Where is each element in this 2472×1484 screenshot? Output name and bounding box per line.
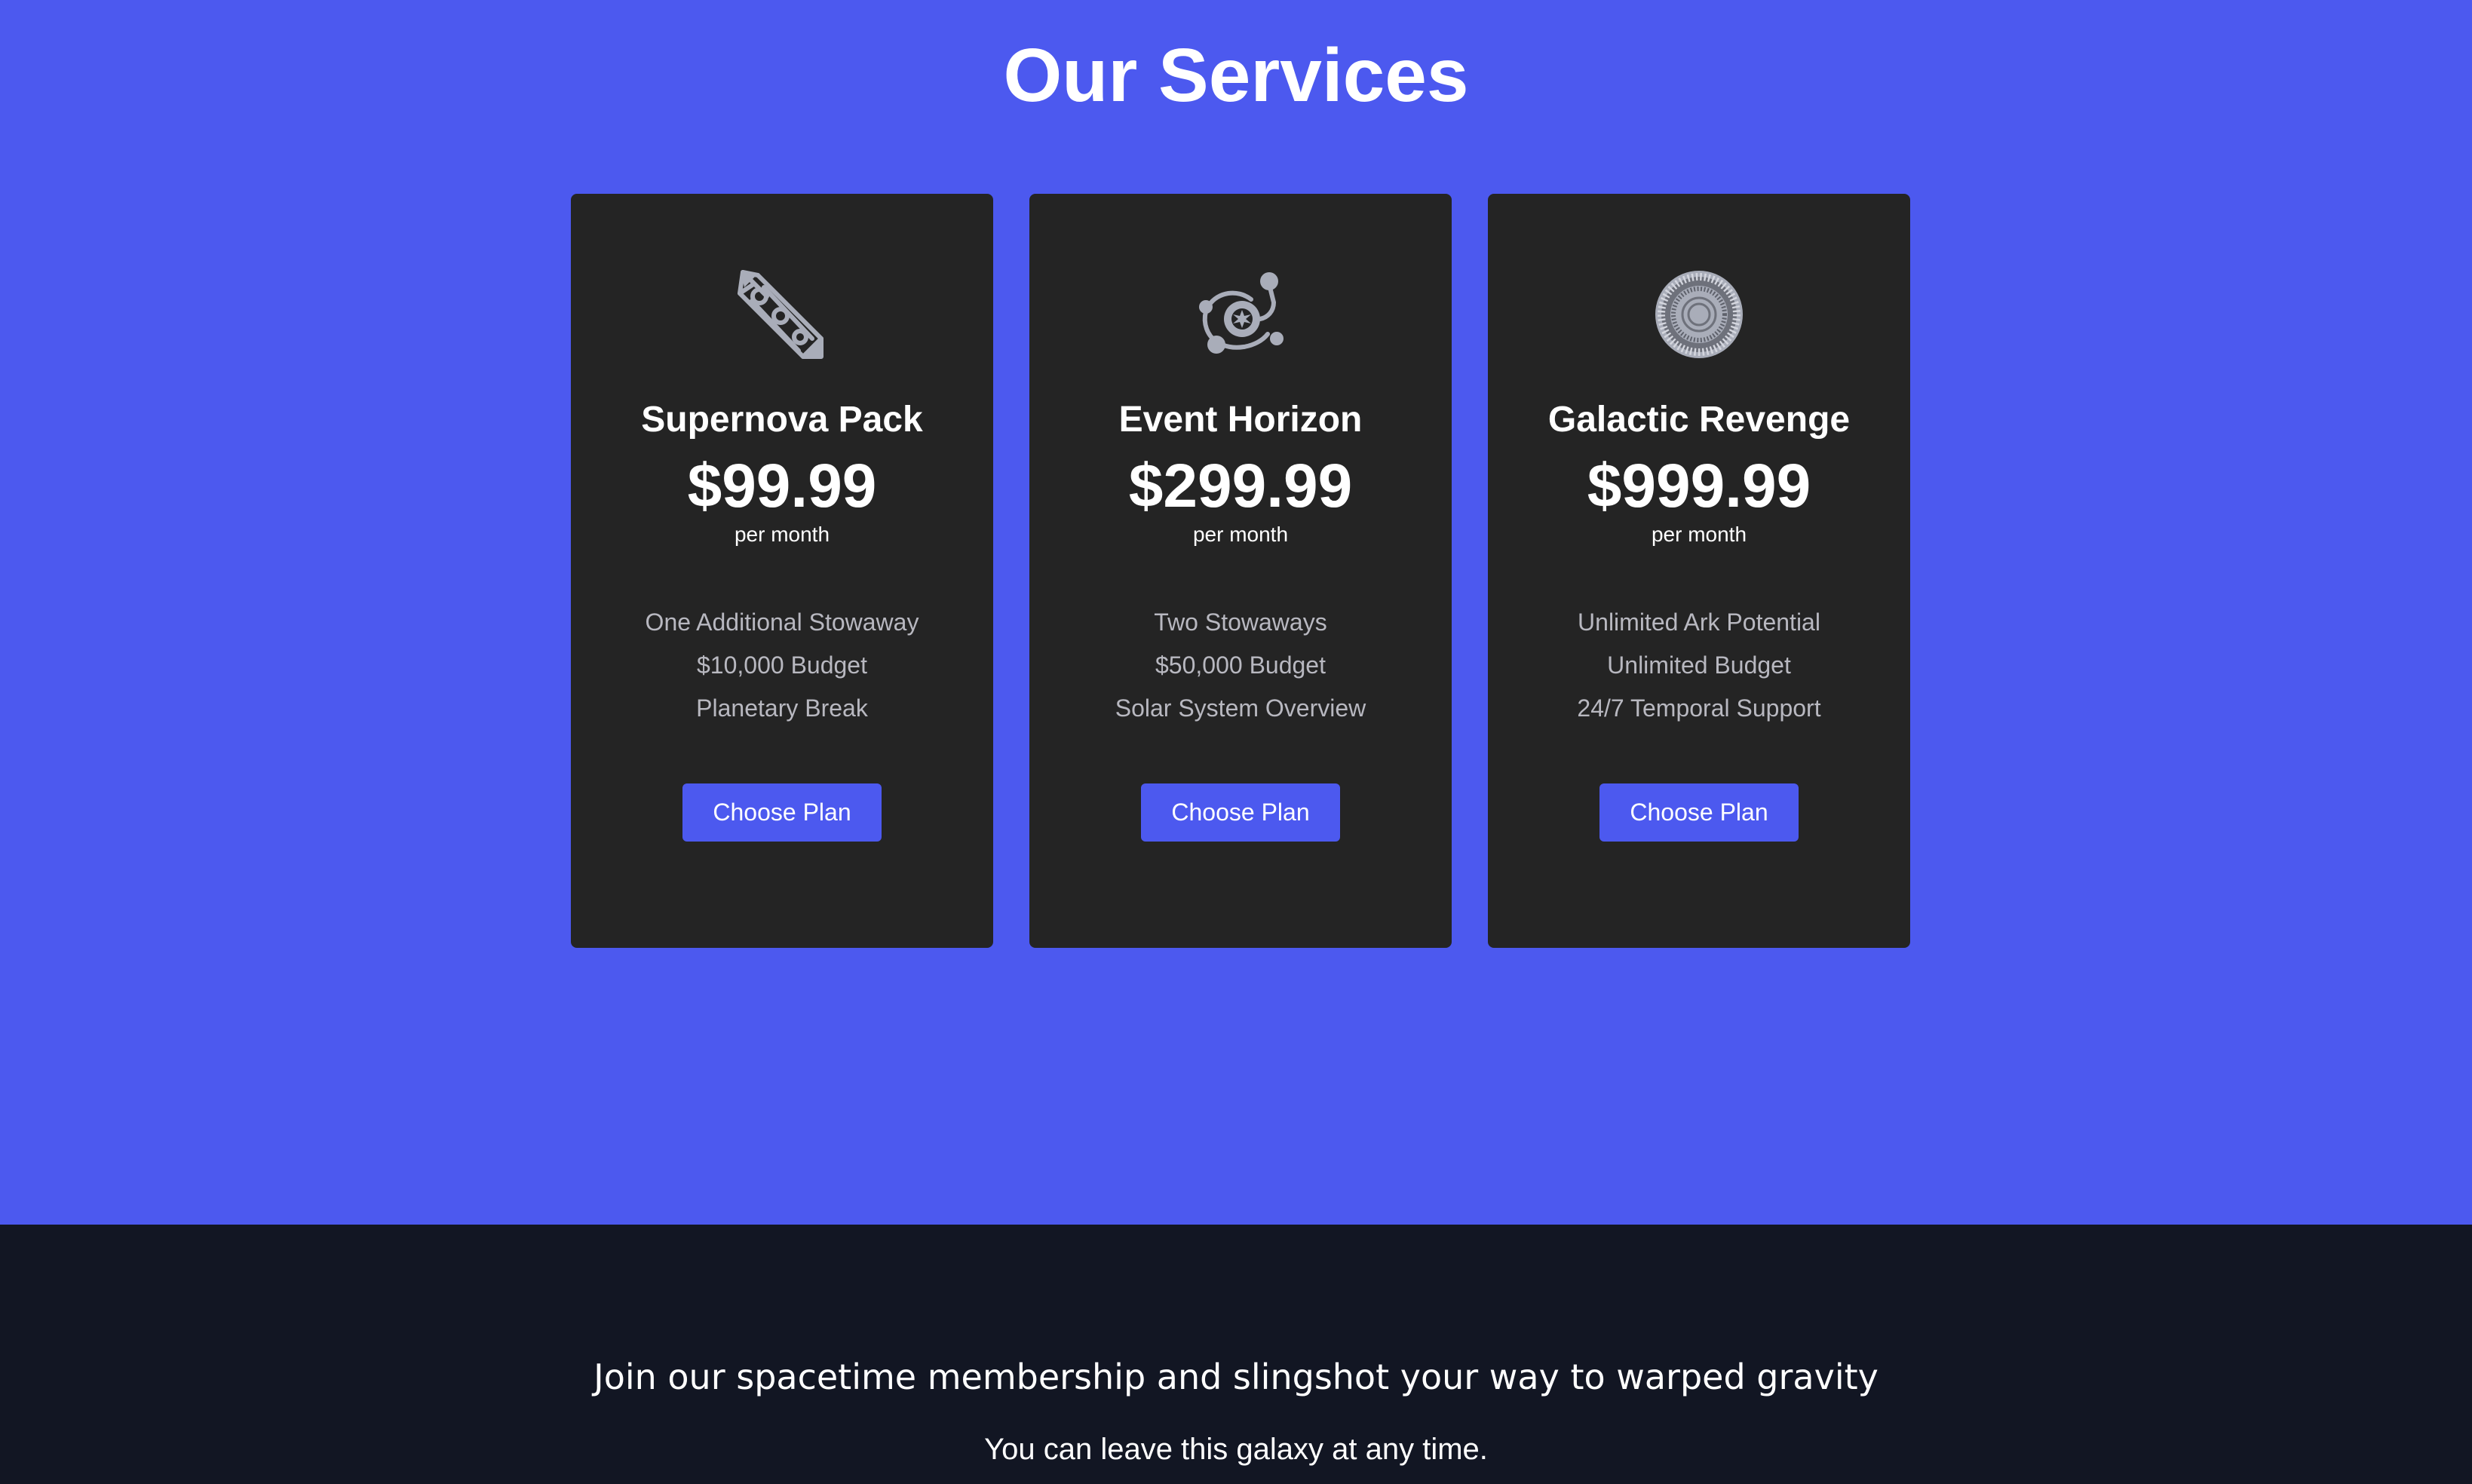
choose-plan-button-event-horizon[interactable]: Choose Plan: [1141, 783, 1340, 842]
feature-item: $50,000 Budget: [1155, 652, 1326, 679]
plan-price: $99.99: [687, 452, 877, 520]
pricing-cards: Supernova Pack $99.99 per month One Addi…: [571, 194, 1911, 948]
plan-features: One Additional Stowaway $10,000 Budget P…: [571, 601, 993, 730]
plan-features: Two Stowaways $50,000 Budget Solar Syste…: [1029, 601, 1452, 730]
plan-card-supernova: Supernova Pack $99.99 per month One Addi…: [571, 194, 993, 948]
plan-name: Galactic Revenge: [1547, 400, 1851, 440]
page-title: Our Services: [1003, 33, 1469, 118]
feature-item: Unlimited Budget: [1607, 652, 1791, 679]
plan-period: per month: [1651, 523, 1747, 546]
orbit-galaxy-icon: [1195, 269, 1286, 360]
rocket-icon-graphic: [738, 270, 823, 359]
orbit-galaxy-icon-graphic: [1199, 272, 1284, 354]
plan-card-galactic-revenge: Galactic Revenge $999.99 per month Unlim…: [1488, 194, 1910, 948]
plan-period: per month: [1192, 523, 1289, 546]
feature-item: Two Stowaways: [1154, 609, 1327, 636]
rocket-icon: [737, 269, 827, 360]
feature-item: Solar System Overview: [1115, 694, 1366, 722]
membership-footer: Join our spacetime membership and slings…: [0, 1225, 2472, 1484]
choose-plan-button-galactic-revenge[interactable]: Choose Plan: [1599, 783, 1799, 842]
plan-features: Unlimited Ark Potential Unlimited Budget…: [1488, 601, 1910, 730]
plan-price: $999.99: [1587, 452, 1811, 520]
feature-item: 24/7 Temporal Support: [1577, 694, 1821, 722]
plan-name: Supernova Pack: [641, 400, 923, 440]
plan-price: $299.99: [1128, 452, 1353, 520]
plan-name: Event Horizon: [1118, 400, 1363, 440]
feature-item: One Additional Stowaway: [645, 609, 919, 636]
feature-item: $10,000 Budget: [697, 652, 867, 679]
services-section: Our Services Supernova Pack $99.99 per m…: [0, 0, 2472, 1225]
radial-sun-icon: [1654, 269, 1744, 360]
choose-plan-button-supernova[interactable]: Choose Plan: [682, 783, 882, 842]
feature-item: Unlimited Ark Potential: [1578, 609, 1820, 636]
plan-card-event-horizon: Event Horizon $299.99 per month Two Stow…: [1029, 194, 1452, 948]
feature-item: Planetary Break: [696, 694, 868, 722]
footer-headline: Join our spacetime membership and slings…: [593, 1357, 1879, 1397]
radial-sun-icon-graphic: [1655, 271, 1743, 358]
plan-period: per month: [734, 523, 830, 546]
footer-subtext: You can leave this galaxy at any time.: [984, 1433, 1488, 1466]
